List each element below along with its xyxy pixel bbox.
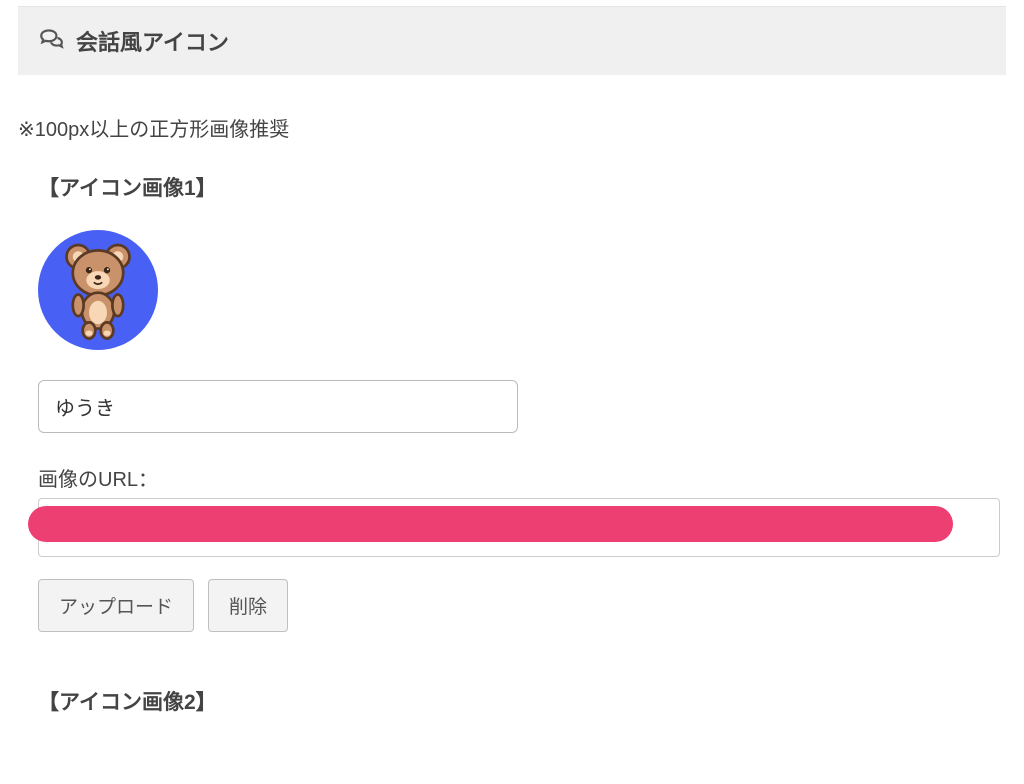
upload-button[interactable]: アップロード — [38, 579, 194, 632]
delete-button[interactable]: 削除 — [208, 579, 288, 632]
url-input[interactable] — [38, 498, 1000, 557]
section-header: 会話風アイコン — [18, 6, 1006, 75]
header-title-text: 会話風アイコン — [76, 25, 229, 57]
chat-icon — [38, 25, 64, 57]
icon1-section: 【アイコン画像1】 — [0, 152, 1024, 686]
icon-name-input[interactable] — [38, 380, 518, 433]
hint-text: ※100px以上の正方形画像推奨 — [0, 75, 1024, 152]
bear-icon — [53, 240, 143, 340]
icon2-title: 【アイコン画像2】 — [0, 686, 1024, 716]
avatar-preview — [38, 230, 158, 350]
url-label: 画像のURL： — [38, 463, 986, 492]
icon1-title: 【アイコン画像1】 — [38, 172, 986, 202]
